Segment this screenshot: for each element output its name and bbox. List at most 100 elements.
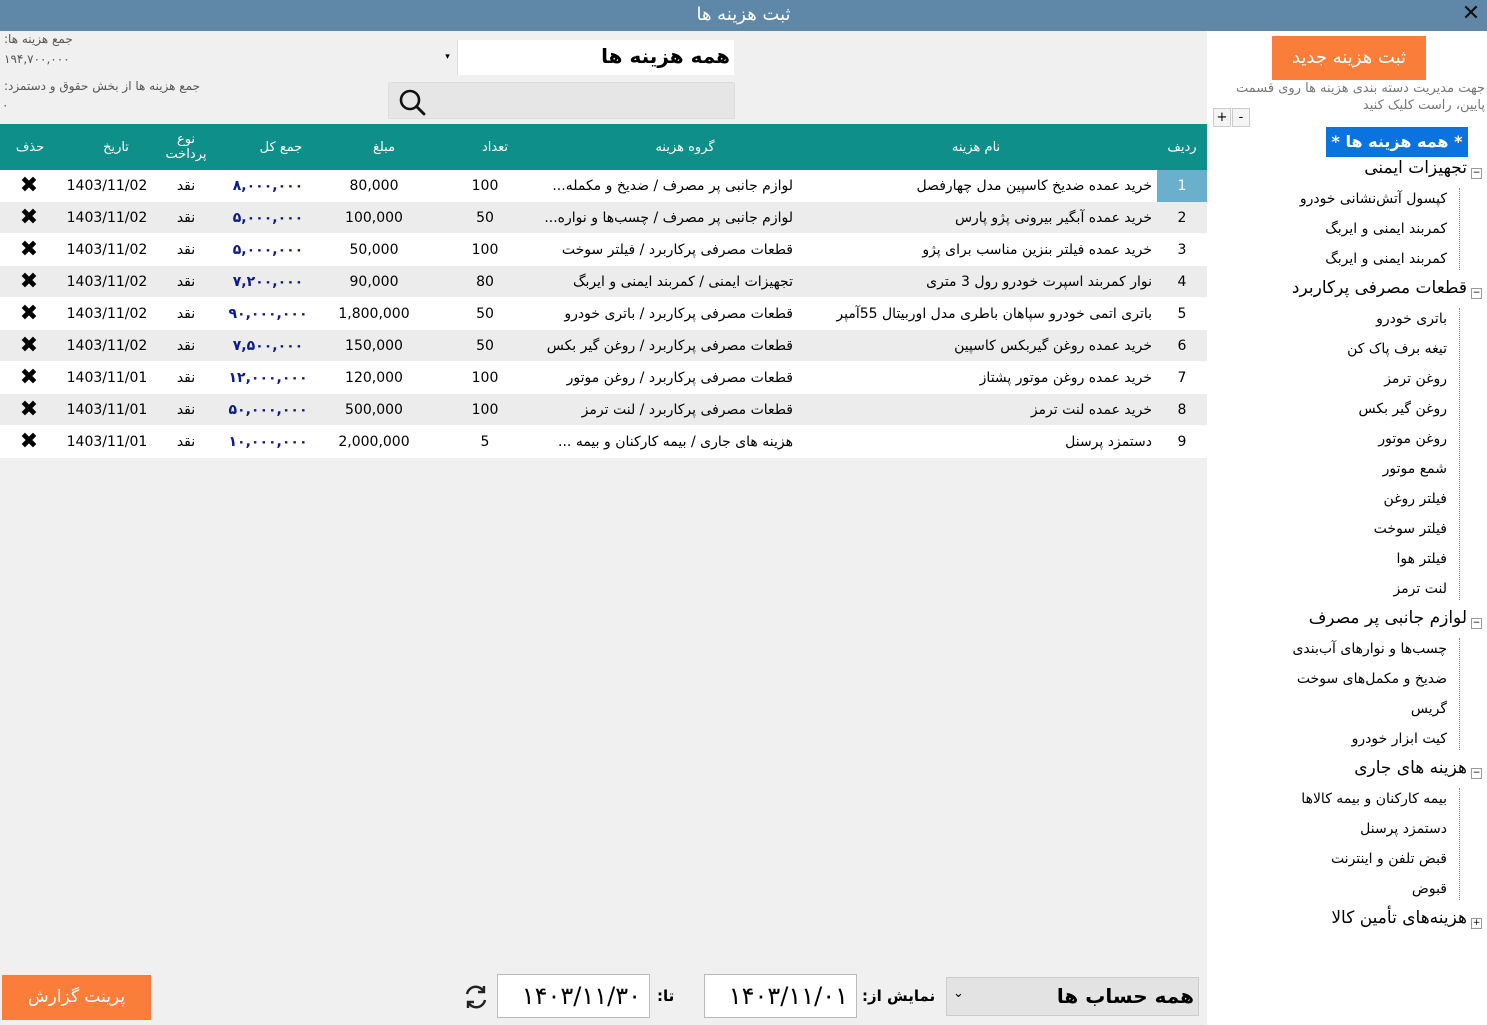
tree-leaf[interactable]: دستمزد پرسنل — [1360, 821, 1447, 837]
delete-icon[interactable]: ✖ — [0, 234, 58, 266]
tree-leaf[interactable]: قبض تلفن و اینترنت — [1331, 851, 1447, 867]
tree-leaf[interactable]: ضدیخ و مکمل‌های سوخت — [1297, 671, 1447, 687]
header-date[interactable]: تاریخ — [70, 124, 162, 170]
tree-leaf[interactable]: روغن گیر بکس — [1359, 401, 1448, 417]
tree-group[interactable]: قطعات مصرفی پرکاربرد — [1292, 278, 1467, 298]
delete-icon[interactable]: ✖ — [0, 202, 58, 234]
total-cell: ۷,۲۰۰,۰۰۰ — [232, 274, 304, 290]
tree-leaf[interactable]: کیت ابزار خودرو — [1352, 731, 1447, 747]
tree-leaf[interactable]: کپسول آتش‌نشانی خودرو — [1300, 191, 1447, 207]
header-total[interactable]: جمع کل — [228, 124, 334, 170]
table-row[interactable]: 9 دستمزد پرسنل هزینه های جاری / بیمه کارکن… — [0, 426, 1207, 458]
delete-icon[interactable]: ✖ — [0, 426, 58, 458]
amount-cell: 500,000 — [345, 402, 403, 418]
tree-leaf[interactable]: بیمه کارکنان و بیمه کالاها — [1301, 791, 1447, 807]
tree-collapse-icon[interactable]: − — [1471, 168, 1482, 179]
row-index-cell: 5 — [1177, 306, 1187, 322]
header-amount[interactable]: مبلغ — [320, 124, 448, 170]
expense-group-select[interactable]: ▾ همه هزینه ها — [437, 39, 735, 76]
search-input[interactable] — [435, 85, 730, 116]
search-icon[interactable] — [397, 87, 427, 117]
tree-expand-icon[interactable]: + — [1471, 918, 1482, 929]
tree-leaf[interactable]: فیلتر سوخت — [1374, 521, 1447, 537]
to-date-input[interactable]: ۱۴۰۳/۱۱/۳۰ — [497, 974, 650, 1018]
chevron-down-icon[interactable]: ⌄ — [953, 986, 964, 1001]
tree-group[interactable]: هزینه های جاری — [1354, 758, 1467, 778]
date-cell: 1403/11/01 — [66, 370, 148, 386]
close-button[interactable]: ✕ — [1459, 3, 1483, 27]
tree-group[interactable]: تجهیزات ایمنی — [1364, 158, 1467, 178]
tree-leaf[interactable]: لنت ترمز — [1393, 581, 1447, 597]
header-count[interactable]: تعداد — [440, 124, 550, 170]
delete-icon[interactable]: ✖ — [0, 394, 58, 426]
tree-leaf[interactable]: روغن ترمز — [1384, 371, 1447, 387]
tree-leaf[interactable]: روغن موتور — [1378, 431, 1447, 447]
delete-icon[interactable]: ✖ — [0, 330, 58, 362]
total-cell: ۸,۰۰۰,۰۰۰ — [232, 178, 304, 194]
row-index-cell: 1 — [1157, 170, 1207, 202]
table-row[interactable]: 1 خرید عمده ضدیخ کاسپین مدل چهارفصل لوازم … — [0, 170, 1207, 202]
expand-all-button[interactable]: + — [1213, 108, 1231, 127]
tree-collapse-icon[interactable]: − — [1471, 618, 1482, 629]
delete-icon[interactable]: ✖ — [0, 170, 58, 202]
header-delete[interactable]: حذف — [0, 124, 60, 170]
tree-collapse-icon[interactable]: − — [1471, 768, 1482, 779]
table-body: 1 خرید عمده ضدیخ کاسپین مدل چهارفصل لوازم … — [0, 170, 1207, 458]
expense-group-cell: قطعات مصرفی پرکاربرد / باتری خودرو — [564, 306, 793, 322]
table-row[interactable]: 5 باتری اتمی خودرو سپاهان باطری مدل اوربی… — [0, 298, 1207, 330]
payment-type-cell: نقد — [176, 274, 196, 290]
delete-icon[interactable]: ✖ — [0, 298, 58, 330]
expense-name-cell: خرید عمده لنت ترمز — [1030, 402, 1152, 418]
tree-leaf[interactable]: تیغه برف پاک کن — [1347, 341, 1447, 357]
table-row[interactable]: 2 خرید عمده آبگیر بیرونی پژو پارس لوازم جا… — [0, 202, 1207, 234]
tree-leaf[interactable]: فیلتر روغن — [1384, 491, 1447, 507]
amount-cell: 100,000 — [345, 210, 403, 226]
tree-leaf[interactable]: فیلتر هوا — [1397, 551, 1447, 567]
table-row[interactable]: 4 نوار کمربند اسپرت خودرو رول 3 متری تجهیز… — [0, 266, 1207, 298]
chevron-down-icon[interactable]: ▾ — [438, 40, 458, 75]
tree-leaf[interactable]: قبوض — [1412, 881, 1447, 897]
amount-cell: 150,000 — [345, 338, 403, 354]
row-index-cell: 8 — [1177, 402, 1187, 418]
table-row[interactable]: 7 خرید عمده روغن موتور پشتاز قطعات مصرفی پ… — [0, 362, 1207, 394]
header-payment[interactable]: نوع پرداخت — [158, 124, 214, 170]
tree-collapse-icon[interactable]: − — [1471, 288, 1482, 299]
row-index-cell: 4 — [1177, 274, 1187, 290]
payment-type-cell: نقد — [176, 402, 196, 418]
payment-type-cell: نقد — [176, 242, 196, 258]
count-cell: 100 — [471, 242, 499, 258]
header-row[interactable]: ردیف — [1157, 124, 1207, 170]
header-group[interactable]: گروه هزینه — [540, 124, 830, 170]
refresh-icon[interactable] — [462, 983, 490, 1011]
collapse-all-button[interactable]: - — [1232, 108, 1250, 127]
tree-leaf[interactable]: کمربند ایمنی و ایربگ — [1325, 251, 1447, 267]
total-cell: ۵,۰۰۰,۰۰۰ — [232, 210, 304, 226]
tree-leaf[interactable]: باتری خودرو — [1376, 311, 1447, 327]
table-row[interactable]: 8 خرید عمده لنت ترمز قطعات مصرفی پرکاربرد … — [0, 394, 1207, 426]
expense-name-cell: خرید عمده فیلتر بنزین مناسب برای پژو — [922, 242, 1152, 258]
tree-leaf[interactable]: شمع موتور — [1383, 461, 1447, 477]
count-cell: 100 — [471, 370, 499, 386]
tree-group[interactable]: هزینه‌های تأمین کالا — [1331, 908, 1467, 928]
date-cell: 1403/11/02 — [66, 306, 148, 322]
count-cell: 5 — [480, 434, 490, 450]
delete-icon[interactable]: ✖ — [0, 362, 58, 394]
tree-leaf[interactable]: گریس — [1411, 701, 1447, 717]
search-box[interactable] — [388, 82, 735, 119]
table-row[interactable]: 6 خرید عمده روغن گیربکس کاسپین قطعات مصرفی… — [0, 330, 1207, 362]
table-row[interactable]: 3 خرید عمده فیلتر بنزین مناسب برای پژو قطع… — [0, 234, 1207, 266]
tree-group[interactable]: لوازم جانبی پر مصرف — [1309, 608, 1467, 628]
print-report-button[interactable]: پرینت گزارش — [2, 975, 151, 1020]
expense-group-selected: همه هزینه ها — [601, 44, 730, 68]
delete-icon[interactable]: ✖ — [0, 266, 58, 298]
header-name[interactable]: نام هزینه — [800, 124, 1152, 170]
new-expense-button[interactable]: ثبت هزینه جدید — [1272, 36, 1426, 80]
expense-name-cell: خرید عمده ضدیخ کاسپین مدل چهارفصل — [916, 178, 1152, 194]
tree-root-all-expenses[interactable]: * همه هزینه ها * — [1326, 127, 1468, 157]
account-select[interactable]: ⌄ همه حساب ها — [946, 977, 1199, 1016]
tree-leaf[interactable]: کمربند ایمنی و ایربگ — [1325, 221, 1447, 237]
tree-leaf[interactable]: چسب‌ها و نوارهای آب‌بندی — [1292, 641, 1447, 657]
salary-expenses-value: ۰ — [2, 98, 9, 112]
expense-group-cell: لوازم جانبی پر مصرف / ضدیخ و مکمله... — [552, 178, 793, 194]
from-date-input[interactable]: ۱۴۰۳/۱۱/۰۱ — [704, 974, 857, 1018]
